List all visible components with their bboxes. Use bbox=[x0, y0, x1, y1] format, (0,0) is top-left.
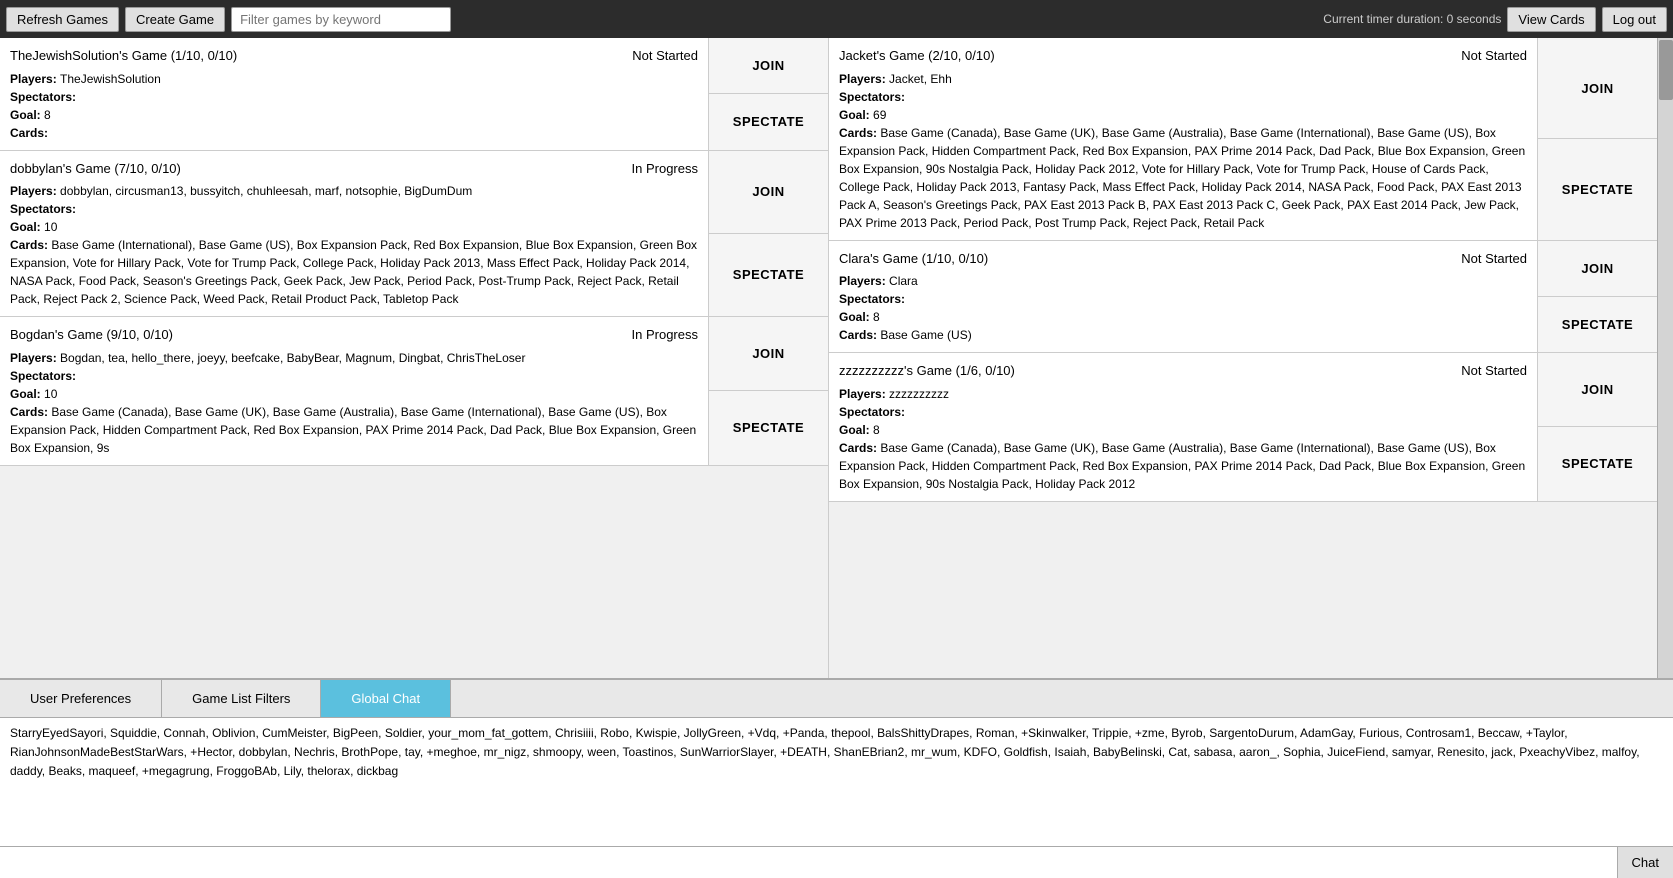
game-goal-1: Goal: 8 bbox=[10, 106, 698, 124]
game-goal-5: Goal: 10 bbox=[10, 385, 698, 403]
join-button-1[interactable]: JOIN bbox=[709, 38, 828, 94]
game-info-2: Jacket's Game (2/10, 0/10) Not Started P… bbox=[829, 38, 1537, 240]
game-info-4: Clara's Game (1/10, 0/10) Not Started Pl… bbox=[829, 241, 1537, 353]
game-title-4: Clara's Game (1/10, 0/10) Not Started bbox=[839, 249, 1527, 269]
chat-content: StarryEyedSayori, Squiddie, Connah, Obli… bbox=[0, 718, 1673, 846]
chat-input-row: Chat bbox=[0, 846, 1673, 878]
game-spectators-3: Spectators: bbox=[10, 200, 698, 218]
game-players-1: Players: TheJewishSolution bbox=[10, 70, 698, 88]
game-players-2: Players: Jacket, Ehh bbox=[839, 70, 1527, 88]
game-players-5: Players: Bogdan, tea, hello_there, joeyy… bbox=[10, 349, 698, 367]
game-status-2: Not Started bbox=[1461, 46, 1527, 66]
game-players-3: Players: dobbylan, circusman13, bussyitc… bbox=[10, 182, 698, 200]
game-cards-1: Cards: bbox=[10, 124, 698, 142]
games-columns: TheJewishSolution's Game (1/10, 0/10) No… bbox=[0, 38, 1657, 678]
chat-input[interactable] bbox=[0, 847, 1617, 878]
game-goal-3: Goal: 10 bbox=[10, 218, 698, 236]
games-scrollbar[interactable] bbox=[1657, 38, 1673, 678]
join-button-5[interactable]: JOIN bbox=[709, 317, 828, 391]
game-actions-5: JOIN SPECTATE bbox=[708, 317, 828, 465]
game-card-4: Clara's Game (1/10, 0/10) Not Started Pl… bbox=[829, 241, 1657, 354]
chat-send-button[interactable]: Chat bbox=[1617, 847, 1673, 878]
game-card-6: zzzzzzzzzz's Game (1/6, 0/10) Not Starte… bbox=[829, 353, 1657, 502]
tab-global-chat[interactable]: Global Chat bbox=[321, 680, 451, 717]
game-players-6: Players: zzzzzzzzzz bbox=[839, 385, 1527, 403]
game-name-1: TheJewishSolution's Game (1/10, 0/10) bbox=[10, 46, 237, 66]
spectate-button-6[interactable]: SPECTATE bbox=[1538, 427, 1657, 500]
game-name-5: Bogdan's Game (9/10, 0/10) bbox=[10, 325, 173, 345]
game-actions-4: JOIN SPECTATE bbox=[1537, 241, 1657, 353]
join-button-2[interactable]: JOIN bbox=[1538, 38, 1657, 139]
game-status-5: In Progress bbox=[632, 325, 698, 345]
game-title-6: zzzzzzzzzz's Game (1/6, 0/10) Not Starte… bbox=[839, 361, 1527, 381]
game-name-4: Clara's Game (1/10, 0/10) bbox=[839, 249, 988, 269]
create-game-button[interactable]: Create Game bbox=[125, 7, 225, 32]
refresh-games-button[interactable]: Refresh Games bbox=[6, 7, 119, 32]
logout-button[interactable]: Log out bbox=[1602, 7, 1667, 32]
scroll-thumb bbox=[1659, 40, 1673, 100]
spectate-button-5[interactable]: SPECTATE bbox=[709, 391, 828, 464]
games-column-right: Jacket's Game (2/10, 0/10) Not Started P… bbox=[829, 38, 1657, 678]
game-spectators-6: Spectators: bbox=[839, 403, 1527, 421]
game-name-2: Jacket's Game (2/10, 0/10) bbox=[839, 46, 995, 66]
spectate-button-3[interactable]: SPECTATE bbox=[709, 234, 828, 316]
spectate-button-2[interactable]: SPECTATE bbox=[1538, 139, 1657, 239]
game-status-3: In Progress bbox=[632, 159, 698, 179]
games-column-left: TheJewishSolution's Game (1/10, 0/10) No… bbox=[0, 38, 829, 678]
game-name-6: zzzzzzzzzz's Game (1/6, 0/10) bbox=[839, 361, 1015, 381]
game-name-3: dobbylan's Game (7/10, 0/10) bbox=[10, 159, 181, 179]
game-card-2: Jacket's Game (2/10, 0/10) Not Started P… bbox=[829, 38, 1657, 241]
bottom-panel: User Preferences Game List Filters Globa… bbox=[0, 678, 1673, 878]
tab-user-preferences[interactable]: User Preferences bbox=[0, 680, 162, 717]
game-title-5: Bogdan's Game (9/10, 0/10) In Progress bbox=[10, 325, 698, 345]
game-info-5: Bogdan's Game (9/10, 0/10) In Progress P… bbox=[0, 317, 708, 465]
join-button-3[interactable]: JOIN bbox=[709, 151, 828, 234]
game-actions-2: JOIN SPECTATE bbox=[1537, 38, 1657, 240]
game-cards-6: Cards: Base Game (Canada), Base Game (UK… bbox=[839, 439, 1527, 493]
game-card-3: dobbylan's Game (7/10, 0/10) In Progress… bbox=[0, 151, 828, 318]
game-status-6: Not Started bbox=[1461, 361, 1527, 381]
game-actions-3: JOIN SPECTATE bbox=[708, 151, 828, 317]
game-info-6: zzzzzzzzzz's Game (1/6, 0/10) Not Starte… bbox=[829, 353, 1537, 501]
game-title-2: Jacket's Game (2/10, 0/10) Not Started bbox=[839, 46, 1527, 66]
game-spectators-2: Spectators: bbox=[839, 88, 1527, 106]
spectate-button-1[interactable]: SPECTATE bbox=[709, 94, 828, 149]
game-card-1: TheJewishSolution's Game (1/10, 0/10) No… bbox=[0, 38, 828, 151]
game-spectators-5: Spectators: bbox=[10, 367, 698, 385]
tab-game-filters[interactable]: Game List Filters bbox=[162, 680, 321, 717]
tabs-bar: User Preferences Game List Filters Globa… bbox=[0, 680, 1673, 718]
game-status-1: Not Started bbox=[632, 46, 698, 66]
game-cards-2: Cards: Base Game (Canada), Base Game (UK… bbox=[839, 124, 1527, 232]
game-goal-6: Goal: 8 bbox=[839, 421, 1527, 439]
filter-input[interactable] bbox=[231, 7, 451, 32]
game-status-4: Not Started bbox=[1461, 249, 1527, 269]
game-cards-5: Cards: Base Game (Canada), Base Game (UK… bbox=[10, 403, 698, 457]
game-goal-4: Goal: 8 bbox=[839, 308, 1527, 326]
game-cards-4: Cards: Base Game (US) bbox=[839, 326, 1527, 344]
view-cards-button[interactable]: View Cards bbox=[1507, 7, 1595, 32]
game-info-1: TheJewishSolution's Game (1/10, 0/10) No… bbox=[0, 38, 708, 150]
game-goal-2: Goal: 69 bbox=[839, 106, 1527, 124]
game-spectators-1: Spectators: bbox=[10, 88, 698, 106]
game-spectators-4: Spectators: bbox=[839, 290, 1527, 308]
game-card-5: Bogdan's Game (9/10, 0/10) In Progress P… bbox=[0, 317, 828, 466]
games-area: TheJewishSolution's Game (1/10, 0/10) No… bbox=[0, 38, 1673, 678]
header: Refresh Games Create Game Current timer … bbox=[0, 0, 1673, 38]
timer-text: Current timer duration: 0 seconds bbox=[1323, 12, 1501, 26]
spectate-button-4[interactable]: SPECTATE bbox=[1538, 297, 1657, 352]
join-button-4[interactable]: JOIN bbox=[1538, 241, 1657, 297]
game-players-4: Players: Clara bbox=[839, 272, 1527, 290]
game-title-3: dobbylan's Game (7/10, 0/10) In Progress bbox=[10, 159, 698, 179]
join-button-6[interactable]: JOIN bbox=[1538, 353, 1657, 427]
game-title-1: TheJewishSolution's Game (1/10, 0/10) No… bbox=[10, 46, 698, 66]
game-actions-6: JOIN SPECTATE bbox=[1537, 353, 1657, 501]
game-actions-1: JOIN SPECTATE bbox=[708, 38, 828, 150]
game-info-3: dobbylan's Game (7/10, 0/10) In Progress… bbox=[0, 151, 708, 317]
game-cards-3: Cards: Base Game (International), Base G… bbox=[10, 236, 698, 308]
